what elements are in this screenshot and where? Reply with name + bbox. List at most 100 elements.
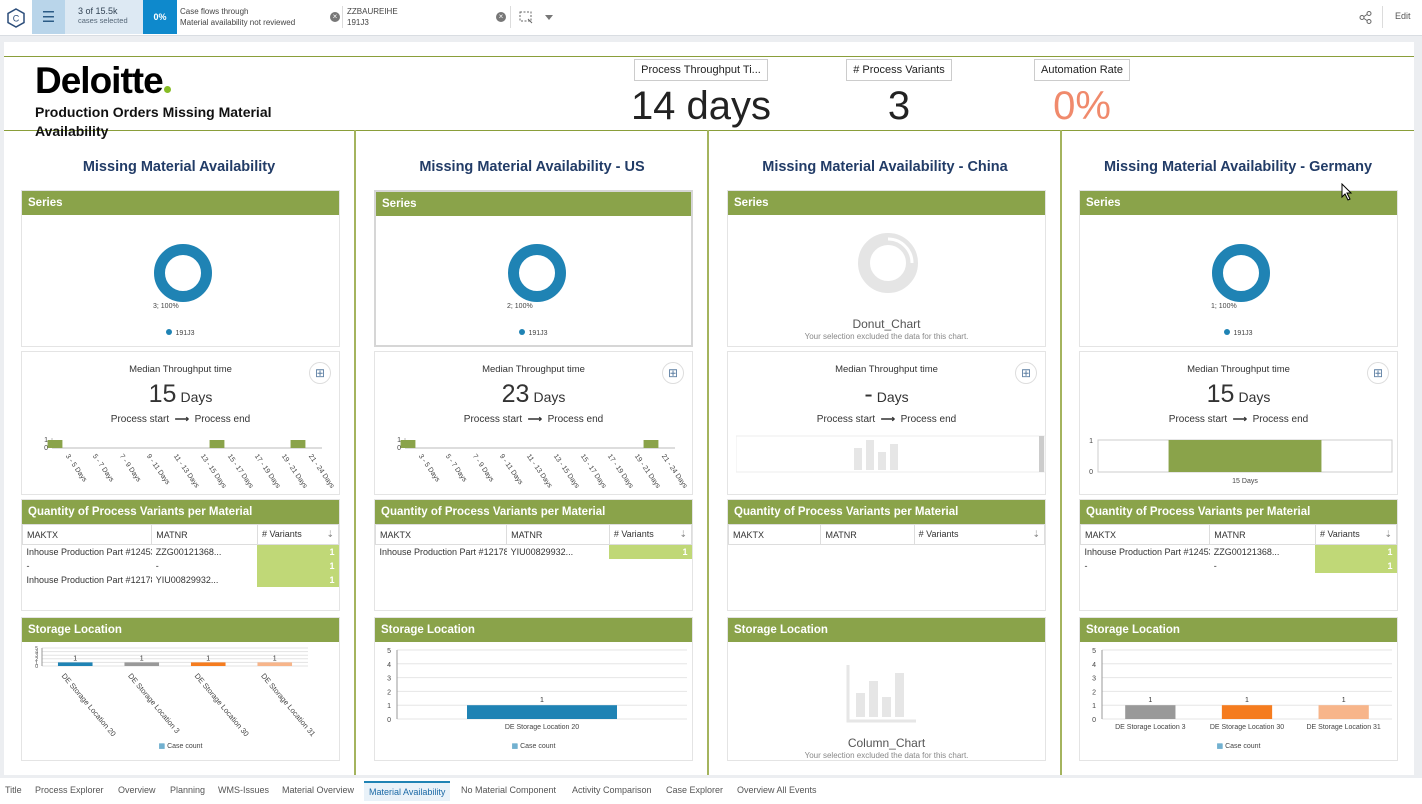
series-panel[interactable]: Series 3; 100% 191J3: [21, 190, 340, 347]
col-maktx[interactable]: MAKTX: [21, 524, 153, 545]
throughput-panel[interactable]: ⊞ Median Throughput time 15 Days Process …: [21, 351, 340, 495]
tab-case-explorer[interactable]: Case Explorer: [666, 785, 723, 795]
tab-overview-all-events[interactable]: Overview All Events: [737, 785, 817, 795]
throughput-histogram[interactable]: 10 3 - 5 Days 5 - 7 Days 7 - 9 Days 9 - 11 D…: [22, 432, 341, 496]
donut-slice[interactable]: [1212, 244, 1270, 302]
cell-variants: 1: [257, 558, 339, 573]
series-panel[interactable]: Series Donut_Chart Your selection exclud…: [727, 190, 1046, 347]
col-matnr[interactable]: MATNR: [151, 524, 258, 545]
filter-remove-icon[interactable]: ×: [330, 12, 340, 22]
throughput-panel[interactable]: ⊞ Median Throughput time 23 Days Process …: [374, 351, 693, 495]
share-icon[interactable]: [1359, 11, 1372, 24]
sort-icon[interactable]: ⇣: [326, 529, 334, 540]
tab-no-material-component[interactable]: No Material Component: [461, 785, 556, 795]
storage-bar[interactable]: [57, 662, 93, 666]
variants-panel[interactable]: Quantity of Process Variants per Materia…: [727, 499, 1046, 611]
cell-maktx: Inhouse Production Part #121784: [26, 574, 152, 585]
table-row[interactable]: Inhouse Production Part #124538 ZZG001213…: [1081, 544, 1397, 559]
col-matnr[interactable]: MATNR: [1209, 524, 1316, 545]
col-matnr[interactable]: MATNR: [506, 524, 610, 545]
selection-summary[interactable]: 3 of 15.5k cases selected: [65, 0, 143, 34]
histogram-bar[interactable]: [400, 440, 416, 448]
storage-panel[interactable]: Storage Location 5 4 3 2 1 0 1 DE Storage Locat…: [21, 617, 340, 761]
panel-header: Quantity of Process Variants per Materia…: [728, 500, 1045, 524]
edit-button[interactable]: Edit: [1395, 11, 1411, 21]
storage-panel[interactable]: Storage Location 0 1 2 3 4 5 1 DE Storage Locat…: [1079, 617, 1398, 761]
table-row[interactable]: Inhouse Production Part #121784 YIU008299…: [23, 572, 339, 587]
storage-bar[interactable]: [467, 705, 617, 719]
kpi-variants[interactable]: # Process Variants 3: [838, 59, 960, 129]
col-maktx[interactable]: MAKTX: [727, 524, 822, 545]
sort-icon[interactable]: ⇣: [1384, 529, 1392, 540]
storage-panel[interactable]: Storage Location Column_Chart Your selec…: [727, 617, 1046, 761]
variants-panel[interactable]: Quantity of Process Variants per Materia…: [1079, 499, 1398, 611]
chevron-down-icon[interactable]: [545, 15, 553, 20]
tab-planning[interactable]: Planning: [170, 785, 205, 795]
variants-panel[interactable]: Quantity of Process Variants per Materia…: [21, 499, 340, 611]
y-tick-label: 0: [387, 717, 391, 724]
storage-bar[interactable]: [124, 662, 160, 666]
col-maktx[interactable]: MAKTX: [374, 524, 508, 545]
table-row[interactable]: - - 1: [23, 558, 339, 573]
col-maktx[interactable]: MAKTX: [1079, 524, 1211, 545]
y-tick-label: 5: [387, 648, 391, 655]
storage-bar[interactable]: [1318, 705, 1369, 719]
selection-tool-icon[interactable]: [519, 11, 533, 24]
tab-activity-comparison[interactable]: Activity Comparison: [572, 785, 652, 795]
kpi-throughput[interactable]: Process Throughput Ti... 14 days: [626, 59, 776, 129]
donut-slice[interactable]: [154, 244, 212, 302]
throughput-panel[interactable]: ⊞ Median Throughput time 15 Days Process …: [1079, 351, 1398, 495]
histogram-bar[interactable]: [643, 440, 659, 448]
series-panel[interactable]: Series 1; 100% 191J3: [1079, 190, 1398, 347]
tab-title[interactable]: Title: [5, 785, 22, 795]
app-logo-icon[interactable]: C: [6, 8, 26, 28]
histogram-bar[interactable]: [1168, 440, 1322, 472]
storage-panel[interactable]: Storage Location 0 1 2 3 4 5 1 DE Storage Locat…: [374, 617, 693, 761]
col-variants[interactable]: # Variants ⇣: [256, 524, 340, 545]
donut-chart[interactable]: [153, 243, 213, 303]
filter-chip-flow[interactable]: Case flows through Material availability…: [180, 6, 295, 28]
sort-icon[interactable]: ⇣: [679, 529, 687, 540]
storage-bar[interactable]: [257, 662, 293, 666]
variants-panel[interactable]: Quantity of Process Variants per Materia…: [374, 499, 693, 611]
table-row[interactable]: - - 1: [1081, 558, 1397, 573]
tab-material-availability[interactable]: Material Availability: [364, 781, 451, 801]
storage-chart[interactable]: 0123451DE Storage Location 31DE Storage …: [1080, 642, 1399, 742]
table-row[interactable]: Inhouse Production Part #124538 ZZG001213…: [23, 544, 339, 559]
donut-slice[interactable]: [508, 244, 566, 302]
histogram-bar[interactable]: [209, 440, 225, 448]
histogram-bar[interactable]: [290, 440, 306, 448]
donut-chart[interactable]: [1211, 243, 1271, 303]
throughput-histogram[interactable]: 10 3 - 5 Days 5 - 7 Days 7 - 9 Days 9 - 11 D…: [375, 432, 694, 496]
col-variants[interactable]: # Variants ⇣: [608, 524, 693, 545]
bar-value-label: 1: [540, 697, 544, 704]
storage-bar[interactable]: [1125, 705, 1176, 719]
filter-remove-icon[interactable]: ×: [496, 12, 506, 22]
tab-wms-issues[interactable]: WMS-Issues: [218, 785, 269, 795]
kpi-automation[interactable]: Automation Rate 0%: [1020, 59, 1144, 129]
storage-bar[interactable]: [1221, 705, 1273, 719]
table-row[interactable]: Inhouse Production Part #121784 YIU008299…: [376, 544, 692, 559]
storage-bar[interactable]: [190, 662, 226, 666]
col-variants[interactable]: # Variants ⇣: [913, 524, 1046, 545]
storage-chart[interactable]: 0 1 2 3 4 5 1 DE Storage Location 20: [375, 642, 694, 742]
x-tick-label: 11 - 13 Days: [172, 453, 200, 490]
storage-chart[interactable]: 5432101DE Storage Location 201DE Storage…: [22, 642, 341, 742]
menu-icon[interactable]: ☰: [32, 0, 65, 34]
x-tick-label: 3 - 5 Days: [64, 453, 88, 484]
col-matnr[interactable]: MATNR: [820, 524, 915, 545]
panel-header: Storage Location: [1080, 618, 1397, 642]
tab-material-overview[interactable]: Material Overview: [282, 785, 354, 795]
sort-icon[interactable]: ⇣: [1032, 529, 1040, 540]
series-panel[interactable]: Series 2; 100% 191J3: [374, 190, 693, 347]
tab-process-explorer[interactable]: Process Explorer: [35, 785, 104, 795]
throughput-panel[interactable]: ⊞ Median Throughput time - Days Process s…: [727, 351, 1046, 495]
cell-matnr: YIU00829932...: [155, 574, 219, 585]
col-variants[interactable]: # Variants ⇣: [1314, 524, 1398, 545]
throughput-histogram[interactable]: 1 0 15 Days: [1080, 432, 1399, 496]
filter-chip-baureihe[interactable]: ZZBAUREIHE 191J3: [347, 6, 398, 28]
tab-overview[interactable]: Overview: [118, 785, 156, 795]
donut-chart[interactable]: [507, 243, 567, 303]
col-variants-label: # Variants: [613, 529, 654, 539]
histogram-bar[interactable]: [47, 440, 63, 448]
